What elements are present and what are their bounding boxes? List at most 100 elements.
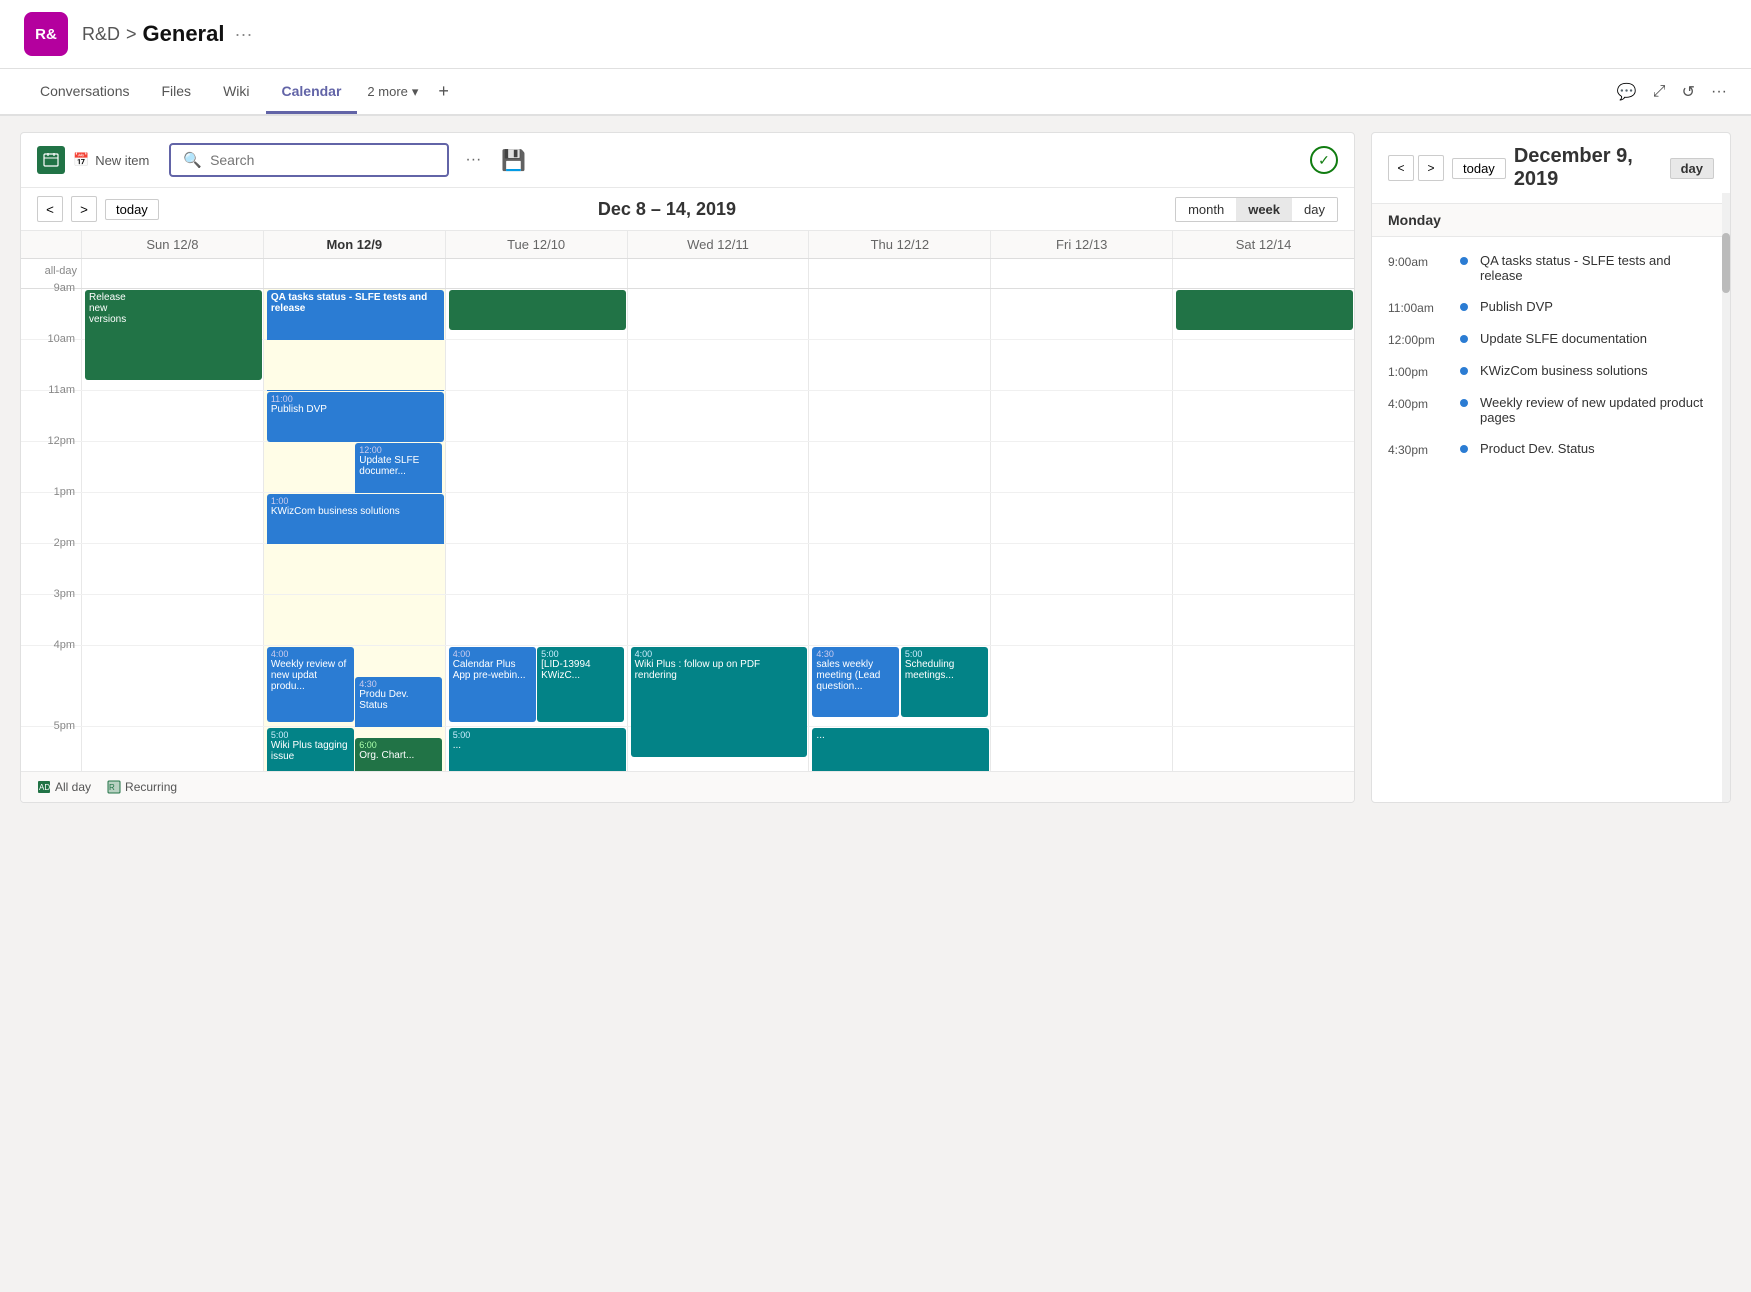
view-week-button[interactable]: week xyxy=(1236,198,1292,221)
time-cell-fri-10[interactable] xyxy=(990,340,1172,390)
event-tue-5[interactable]: 5:00 ... xyxy=(449,728,626,771)
list-item[interactable]: 4:30pm Product Dev. Status xyxy=(1372,433,1730,465)
time-cell-fri-1[interactable] xyxy=(990,493,1172,543)
time-cell-thu-10[interactable] xyxy=(808,340,990,390)
time-cell-fri-9[interactable] xyxy=(990,289,1172,339)
time-cell-tue-3[interactable] xyxy=(445,595,627,645)
time-cell-thu-12[interactable] xyxy=(808,442,990,492)
time-cell-wed-5[interactable] xyxy=(627,727,809,771)
time-cell-sat-11[interactable] xyxy=(1172,391,1354,441)
view-day-button[interactable]: day xyxy=(1292,198,1337,221)
time-cell-sat-1[interactable] xyxy=(1172,493,1354,543)
time-cell-sat-4[interactable] xyxy=(1172,646,1354,726)
time-cell-wed-9[interactable] xyxy=(627,289,809,339)
right-today-button[interactable]: today xyxy=(1452,158,1506,179)
tab-more[interactable]: 2 more ▾ xyxy=(357,72,428,112)
time-cell-tue-9[interactable] xyxy=(445,289,627,339)
time-cell-thu-1[interactable] xyxy=(808,493,990,543)
right-prev-button[interactable]: < xyxy=(1388,155,1414,181)
list-item[interactable]: 11:00am Publish DVP xyxy=(1372,291,1730,323)
time-cell-fri-2[interactable] xyxy=(990,544,1172,594)
time-cell-wed-11[interactable] xyxy=(627,391,809,441)
time-cell-mon-2[interactable] xyxy=(263,544,445,594)
time-cell-tue-2[interactable] xyxy=(445,544,627,594)
time-cell-sat-3[interactable] xyxy=(1172,595,1354,645)
time-cell-sat-12[interactable] xyxy=(1172,442,1354,492)
time-cell-sat-9[interactable] xyxy=(1172,289,1354,339)
time-cell-mon-9[interactable]: QA tasks status - SLFE tests and release xyxy=(263,289,445,339)
view-month-button[interactable]: month xyxy=(1176,198,1236,221)
tab-wiki[interactable]: Wiki xyxy=(207,71,265,114)
cal-today-button[interactable]: today xyxy=(105,199,159,220)
right-scrollbar[interactable] xyxy=(1722,193,1730,802)
time-cell-thu-5[interactable]: ... xyxy=(808,727,990,771)
time-cell-sun-1[interactable] xyxy=(81,493,263,543)
time-cell-fri-5[interactable] xyxy=(990,727,1172,771)
list-item[interactable]: 4:00pm Weekly review of new updated prod… xyxy=(1372,387,1730,433)
time-cell-wed-1[interactable] xyxy=(627,493,809,543)
time-cell-tue-11[interactable] xyxy=(445,391,627,441)
time-cell-sun-9[interactable]: Release new versions xyxy=(81,289,263,339)
time-cell-mon-10[interactable] xyxy=(263,340,445,390)
cal-prev-button[interactable]: < xyxy=(37,196,63,222)
list-item[interactable]: 9:00am QA tasks status - SLFE tests and … xyxy=(1372,245,1730,291)
chat-icon[interactable]: 💬 xyxy=(1617,82,1637,102)
time-cell-mon-12[interactable]: 12:00 Update SLFE documer... xyxy=(263,442,445,492)
time-cell-sat-10[interactable] xyxy=(1172,340,1354,390)
tab-conversations[interactable]: Conversations xyxy=(24,71,146,114)
time-cell-mon-1[interactable]: 1:00 KWizCom business solutions xyxy=(263,493,445,543)
time-cell-sun-3[interactable] xyxy=(81,595,263,645)
time-cell-tue-10[interactable] xyxy=(445,340,627,390)
search-input[interactable] xyxy=(210,152,435,168)
tab-add[interactable]: + xyxy=(428,69,459,114)
list-item[interactable]: 1:00pm KWizCom business solutions xyxy=(1372,355,1730,387)
event-lid[interactable]: 5:00 [LID-13994 KWizC... xyxy=(537,647,624,722)
time-cell-tue-1[interactable] xyxy=(445,493,627,543)
time-cell-sun-10[interactable] xyxy=(81,340,263,390)
time-cell-thu-3[interactable] xyxy=(808,595,990,645)
cal-next-button[interactable]: > xyxy=(71,196,97,222)
time-cell-thu-4[interactable]: 4:30 sales weekly meeting (Lead question… xyxy=(808,646,990,726)
time-cell-tue-4[interactable]: 4:00 Calendar Plus App pre-webin... 5:00… xyxy=(445,646,627,726)
breadcrumb-more[interactable]: ··· xyxy=(234,24,252,45)
list-item[interactable]: 12:00pm Update SLFE documentation xyxy=(1372,323,1730,355)
event-calendar-plus[interactable]: 4:00 Calendar Plus App pre-webin... xyxy=(449,647,536,722)
expand-icon[interactable]: ⤢ xyxy=(1653,83,1666,101)
time-cell-tue-12[interactable] xyxy=(445,442,627,492)
event-weekly-review[interactable]: 4:00 Weekly review of new updat produ... xyxy=(267,647,354,722)
toolbar-save-button[interactable]: 💾 xyxy=(497,144,530,177)
time-cell-tue-5[interactable]: 5:00 ... xyxy=(445,727,627,771)
tab-calendar[interactable]: Calendar xyxy=(266,71,358,114)
time-cell-fri-11[interactable] xyxy=(990,391,1172,441)
time-cell-mon-3[interactable] xyxy=(263,595,445,645)
event-publish-dvp[interactable]: 11:00 Publish DVP xyxy=(267,392,444,442)
time-cell-sat-5[interactable] xyxy=(1172,727,1354,771)
time-cell-thu-9[interactable] xyxy=(808,289,990,339)
more-icon[interactable]: ··· xyxy=(1711,83,1727,101)
time-cell-sun-11[interactable] xyxy=(81,391,263,441)
time-cell-sat-2[interactable] xyxy=(1172,544,1354,594)
tab-files[interactable]: Files xyxy=(146,71,208,114)
event-wiki-plus-tag[interactable]: 5:00 Wiki Plus tagging issue xyxy=(267,728,354,771)
time-cell-sun-2[interactable] xyxy=(81,544,263,594)
time-cell-wed-10[interactable] xyxy=(627,340,809,390)
event-sat-top[interactable] xyxy=(1176,290,1353,330)
time-cell-mon-4[interactable]: 4:00 Weekly review of new updat produ...… xyxy=(263,646,445,726)
event-org-chart[interactable]: 6:00 Org. Chart... xyxy=(355,738,442,771)
time-cell-mon-11[interactable]: 11:00 Publish DVP xyxy=(263,391,445,441)
refresh-icon[interactable]: ↺ xyxy=(1682,82,1695,102)
time-cell-sun-4[interactable] xyxy=(81,646,263,726)
right-view-label[interactable]: day xyxy=(1670,158,1714,179)
time-cell-thu-2[interactable] xyxy=(808,544,990,594)
time-cell-mon-5[interactable]: 5:00 Wiki Plus tagging issue 6:00 Org. C… xyxy=(263,727,445,771)
time-cell-wed-3[interactable] xyxy=(627,595,809,645)
time-cell-wed-4[interactable]: 4:00 Wiki Plus : follow up on PDF render… xyxy=(627,646,809,726)
toolbar-more-button[interactable]: ··· xyxy=(461,147,485,173)
time-cell-thu-11[interactable] xyxy=(808,391,990,441)
event-scheduling[interactable]: 5:00 Scheduling meetings... xyxy=(901,647,988,717)
time-cell-fri-3[interactable] xyxy=(990,595,1172,645)
event-thu-5[interactable]: ... xyxy=(812,728,989,771)
time-cell-wed-2[interactable] xyxy=(627,544,809,594)
time-cell-wed-12[interactable] xyxy=(627,442,809,492)
right-next-button[interactable]: > xyxy=(1418,155,1444,181)
